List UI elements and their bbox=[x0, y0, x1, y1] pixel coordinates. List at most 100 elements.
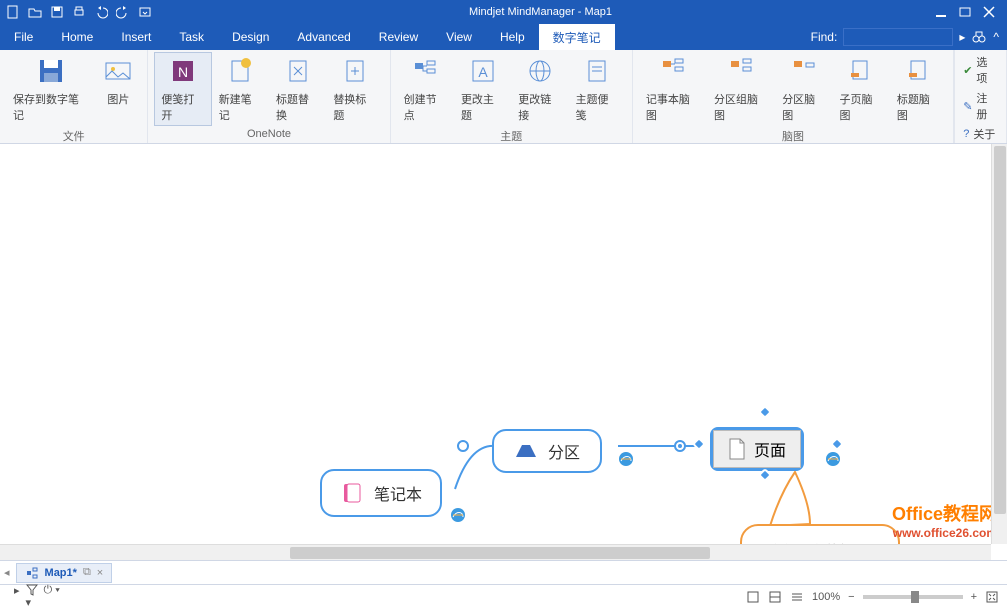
page-label: 页面 bbox=[754, 437, 786, 461]
zoom-in-icon[interactable]: + bbox=[971, 591, 977, 603]
maximize-icon[interactable] bbox=[959, 6, 971, 18]
status-filter-icon[interactable]: ▾ bbox=[26, 584, 38, 609]
new-note-icon bbox=[224, 55, 256, 87]
help-icon: ? bbox=[963, 128, 969, 140]
close-tab-icon[interactable]: × bbox=[97, 567, 103, 579]
change-topic-label: 更改主题 bbox=[461, 91, 504, 123]
notebook-node[interactable]: 笔记本 bbox=[320, 469, 442, 517]
find-input[interactable] bbox=[843, 28, 953, 46]
new-note-label: 新建笔记 bbox=[219, 91, 262, 123]
watermark: Office教程网 www.office26.com bbox=[892, 500, 997, 540]
close-icon[interactable] bbox=[983, 6, 995, 18]
binoculars-icon[interactable] bbox=[971, 30, 987, 44]
selection-handle-left[interactable] bbox=[692, 437, 706, 451]
section-group-map-button[interactable]: 分区组脑图 bbox=[707, 52, 775, 126]
new-note-button[interactable]: 新建笔记 bbox=[212, 52, 269, 126]
swap-title-button[interactable]: 替换标题 bbox=[326, 52, 383, 126]
document-tab[interactable]: Map1* ⧉ × bbox=[16, 563, 113, 583]
register-button[interactable]: ✎ 注册 bbox=[963, 90, 998, 122]
tab-digitalnote[interactable]: 数字笔记 bbox=[539, 24, 615, 50]
collapse-ribbon-icon[interactable]: ^ bbox=[993, 30, 999, 44]
section-icon bbox=[514, 443, 538, 459]
topic-note-button[interactable]: 主题便笺 bbox=[569, 52, 626, 126]
qat-dropdown-icon[interactable] bbox=[136, 3, 154, 21]
page-node[interactable]: 页面 bbox=[710, 427, 804, 471]
options-button[interactable]: ✔ 选项 bbox=[963, 54, 998, 86]
section-map-icon bbox=[788, 55, 820, 87]
view-mode-1-icon[interactable] bbox=[746, 590, 760, 604]
qat-open-icon[interactable] bbox=[26, 3, 44, 21]
topic-note-label: 主题便笺 bbox=[576, 91, 619, 123]
window-title: Mindjet MindManager - Map1 bbox=[158, 6, 923, 18]
zoom-slider[interactable] bbox=[863, 595, 963, 599]
tab-view[interactable]: View bbox=[432, 24, 486, 50]
canvas[interactable]: 笔记本 分区 页面 在使用“便笺打开” 之前要选中一个页面 节点 Office教… bbox=[0, 144, 1007, 560]
view-mode-3-icon[interactable] bbox=[790, 590, 804, 604]
selection-handle-right[interactable] bbox=[830, 437, 844, 451]
change-topic-button[interactable]: A 更改主题 bbox=[454, 52, 511, 126]
section-node[interactable]: 分区 bbox=[492, 429, 602, 473]
qat-redo-icon[interactable] bbox=[114, 3, 132, 21]
swap-title-label: 替换标题 bbox=[333, 91, 376, 123]
find-go-icon[interactable]: ▸ bbox=[959, 30, 965, 44]
horizontal-scrollbar[interactable] bbox=[0, 544, 991, 560]
change-link-label: 更改链接 bbox=[518, 91, 561, 123]
picture-label: 图片 bbox=[107, 91, 129, 107]
title-map-icon bbox=[903, 55, 935, 87]
qat-new-icon[interactable] bbox=[4, 3, 22, 21]
map-icon bbox=[25, 566, 39, 580]
section-group-map-label: 分区组脑图 bbox=[714, 91, 768, 123]
tab-home[interactable]: Home bbox=[47, 24, 107, 50]
picture-icon bbox=[102, 55, 134, 87]
vertical-scrollbar[interactable] bbox=[991, 144, 1007, 544]
notebook-label: 笔记本 bbox=[374, 481, 422, 505]
qat-save-icon[interactable] bbox=[48, 3, 66, 21]
about-button[interactable]: ? 关于 bbox=[963, 126, 998, 142]
open-note-button[interactable]: N 便笺打开 bbox=[154, 52, 211, 126]
title-map-button[interactable]: 标题脑图 bbox=[890, 52, 947, 126]
save-to-digitalnote-button[interactable]: 保存到数字笔记 bbox=[6, 52, 95, 126]
notebook-map-label: 记事本脑图 bbox=[646, 91, 700, 123]
change-link-button[interactable]: 更改链接 bbox=[511, 52, 568, 126]
zoom-value[interactable]: 100% bbox=[812, 591, 840, 603]
page-icon bbox=[728, 438, 746, 460]
tab-scroll-left-icon[interactable]: ◂ bbox=[4, 566, 10, 579]
tab-design[interactable]: Design bbox=[218, 24, 283, 50]
create-node-button[interactable]: 创建节点 bbox=[397, 52, 454, 126]
section-map-button[interactable]: 分区脑图 bbox=[775, 52, 832, 126]
ie-icon[interactable] bbox=[618, 451, 634, 467]
notebook-map-button[interactable]: 记事本脑图 bbox=[639, 52, 707, 126]
replace-title-label: 标题替换 bbox=[276, 91, 319, 123]
view-mode-2-icon[interactable] bbox=[768, 590, 782, 604]
tab-task[interactable]: Task bbox=[165, 24, 218, 50]
tab-file[interactable]: File bbox=[0, 24, 47, 50]
replace-title-icon bbox=[282, 55, 314, 87]
replace-title-button[interactable]: 标题替换 bbox=[269, 52, 326, 126]
popout-icon[interactable]: ⧉ bbox=[83, 566, 91, 579]
status-tag-icon[interactable]: ▸ bbox=[14, 584, 20, 609]
pencil-icon: ✎ bbox=[963, 100, 972, 113]
tab-advanced[interactable]: Advanced bbox=[283, 24, 364, 50]
minimize-icon[interactable] bbox=[935, 6, 947, 18]
selection-handle-top[interactable] bbox=[758, 405, 772, 419]
onenote-icon: N bbox=[167, 55, 199, 87]
qat-undo-icon[interactable] bbox=[92, 3, 110, 21]
document-tab-label: Map1* bbox=[45, 567, 77, 579]
status-power-icon[interactable]: ⏻ ▾ bbox=[44, 584, 60, 609]
notebook-map-icon bbox=[657, 55, 689, 87]
tab-help[interactable]: Help bbox=[486, 24, 539, 50]
open-note-label: 便笺打开 bbox=[161, 91, 204, 123]
topic-note-icon bbox=[581, 55, 613, 87]
picture-button[interactable]: 图片 bbox=[95, 52, 141, 126]
child-page-map-button[interactable]: 子页脑图 bbox=[833, 52, 890, 126]
child-page-map-icon bbox=[845, 55, 877, 87]
ie-icon[interactable] bbox=[825, 451, 841, 467]
zoom-out-icon[interactable]: − bbox=[848, 591, 854, 603]
swap-title-icon bbox=[339, 55, 371, 87]
qat-print-icon[interactable] bbox=[70, 3, 88, 21]
check-icon: ✔ bbox=[963, 64, 972, 77]
tab-review[interactable]: Review bbox=[365, 24, 432, 50]
ie-icon[interactable] bbox=[450, 507, 466, 523]
fit-icon[interactable] bbox=[985, 590, 999, 604]
tab-insert[interactable]: Insert bbox=[107, 24, 165, 50]
